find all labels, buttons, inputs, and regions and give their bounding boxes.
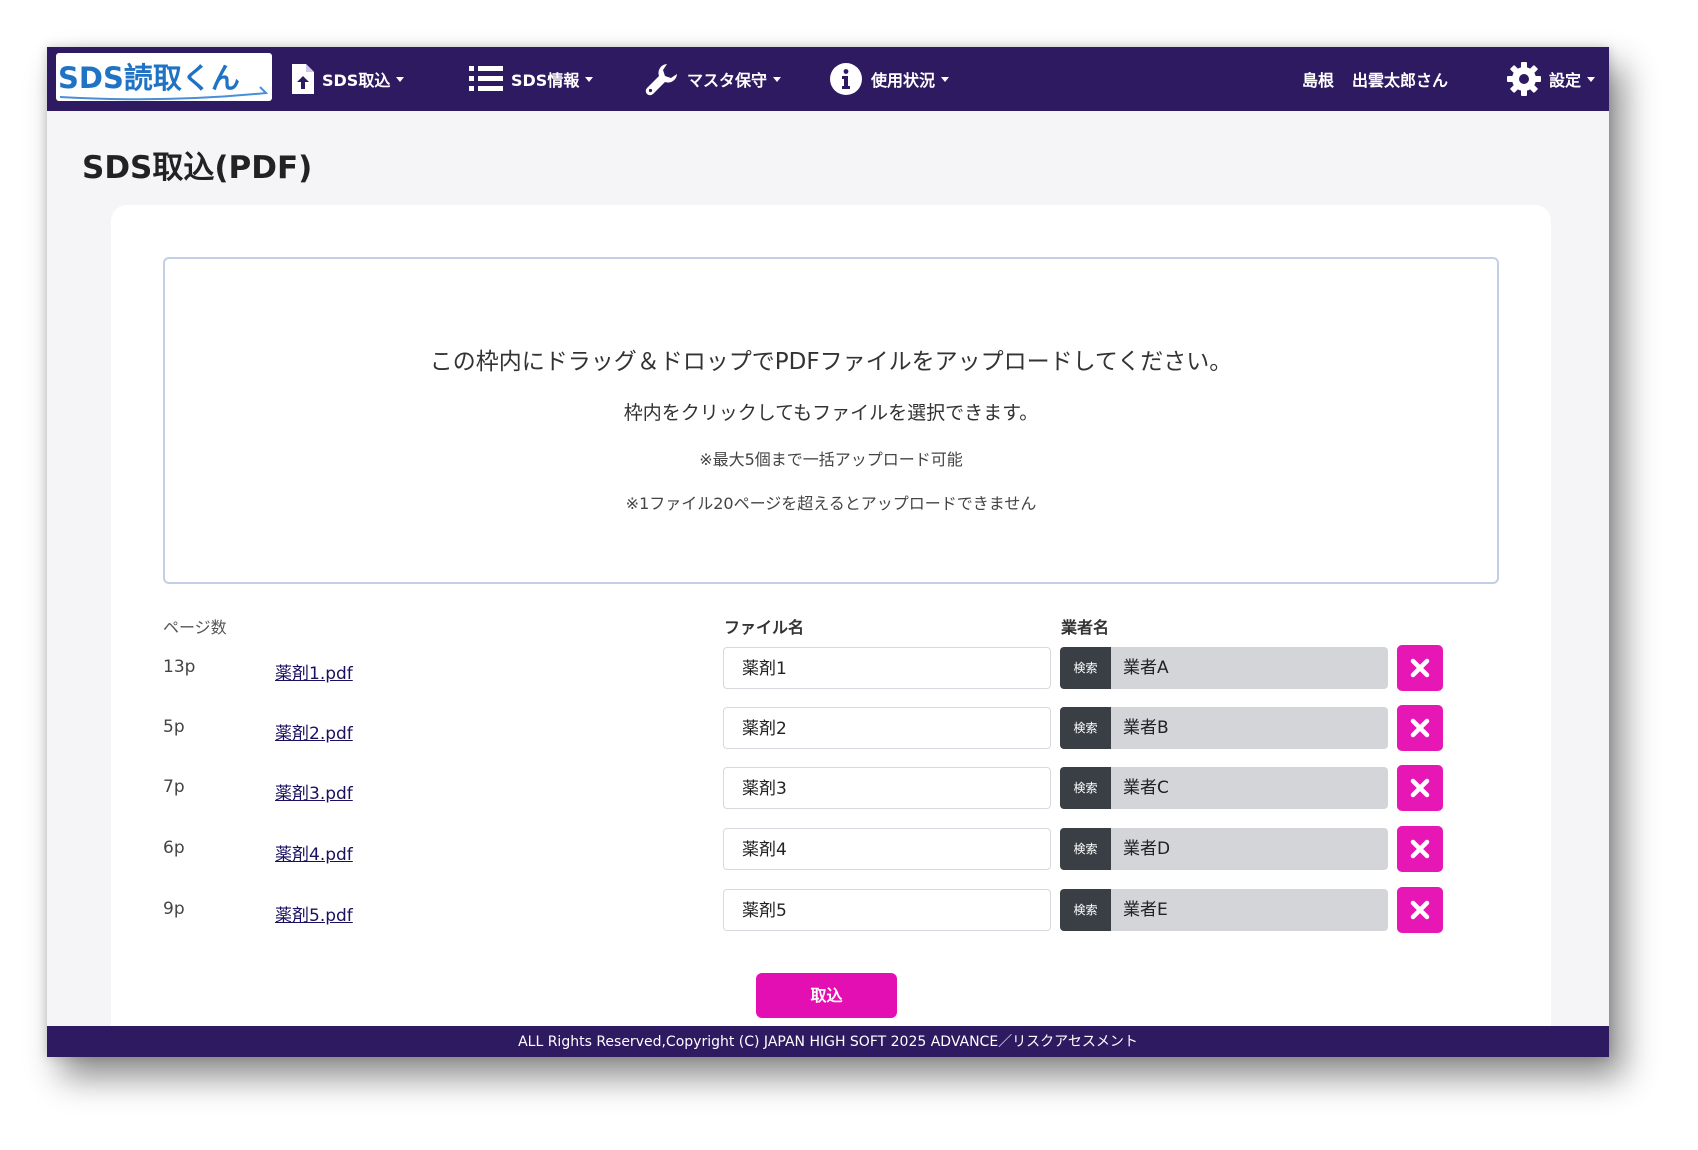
nav-sds-import-label: SDS取込 bbox=[322, 71, 391, 90]
pdf-file-link[interactable]: 薬剤2.pdf bbox=[275, 719, 353, 744]
close-icon bbox=[1410, 718, 1430, 738]
page-count: 7p bbox=[163, 777, 185, 797]
remove-row-button[interactable] bbox=[1397, 705, 1443, 751]
close-icon bbox=[1410, 900, 1430, 920]
gear-icon bbox=[1507, 62, 1541, 96]
file-name-input[interactable]: 薬剤5 bbox=[723, 889, 1051, 931]
page-count: 6p bbox=[163, 838, 185, 858]
nav-master-maintenance-label: マスタ保守 bbox=[687, 71, 768, 90]
file-name-input[interactable]: 薬剤4 bbox=[723, 828, 1051, 870]
chevron-down-icon bbox=[396, 76, 405, 82]
nav-usage-status[interactable]: 使用状況 bbox=[829, 47, 950, 111]
nav-sds-import[interactable]: SDS取込 bbox=[292, 47, 405, 111]
file-upload-icon bbox=[292, 64, 314, 94]
close-icon bbox=[1410, 778, 1430, 798]
user-name: 出雲太郎さん bbox=[1352, 71, 1449, 90]
list-icon bbox=[469, 66, 503, 91]
vendor-search-button[interactable]: 検索 bbox=[1060, 707, 1111, 749]
footer-copyright: ALL Rights Reserved,Copyright (C) JAPAN … bbox=[47, 1026, 1609, 1057]
pdf-dropzone[interactable]: この枠内にドラッグ＆ドロップでPDFファイルをアップロードしてください。 枠内を… bbox=[163, 257, 1499, 584]
close-icon bbox=[1410, 658, 1430, 678]
vendor-search-button[interactable]: 検索 bbox=[1060, 647, 1111, 689]
nav-usage-status-label: 使用状況 bbox=[871, 71, 936, 90]
info-circle-icon bbox=[830, 63, 862, 95]
pdf-file-link[interactable]: 薬剤3.pdf bbox=[275, 779, 353, 804]
remove-row-button[interactable] bbox=[1397, 765, 1443, 811]
page-title: SDS取込(PDF) bbox=[82, 150, 313, 186]
vendor-name-field: 業者A bbox=[1111, 647, 1388, 689]
nav-settings[interactable]: 設定 bbox=[1507, 47, 1596, 111]
file-name-input[interactable]: 薬剤1 bbox=[723, 647, 1051, 689]
page-count: 9p bbox=[163, 899, 185, 919]
close-icon bbox=[1410, 839, 1430, 859]
vendor-name-field: 業者C bbox=[1111, 767, 1388, 809]
file-name-input[interactable]: 薬剤3 bbox=[723, 767, 1051, 809]
user-info: 島根 出雲太郎さん bbox=[1302, 47, 1448, 111]
nav-sds-info-label: SDS情報 bbox=[511, 71, 580, 90]
chevron-down-icon bbox=[941, 76, 950, 82]
vendor-name-field: 業者E bbox=[1111, 889, 1388, 931]
dropzone-sub-text: 枠内をクリックしてもファイルを選択できます。 bbox=[623, 402, 1039, 424]
pdf-file-link[interactable]: 薬剤4.pdf bbox=[275, 840, 353, 865]
table-row: 9p 薬剤5.pdf 薬剤5 検索 業者E bbox=[111, 887, 1551, 933]
app-logo[interactable]: SDS読取くん bbox=[56, 53, 272, 101]
vendor-name-field: 業者D bbox=[1111, 828, 1388, 870]
table-row: 13p 薬剤1.pdf 薬剤1 検索 業者A bbox=[111, 645, 1551, 691]
vendor-search-button[interactable]: 検索 bbox=[1060, 828, 1111, 870]
chevron-down-icon bbox=[773, 76, 782, 82]
wrench-icon bbox=[645, 64, 677, 96]
header-pages: ページ数 bbox=[163, 618, 227, 637]
remove-row-button[interactable] bbox=[1397, 645, 1443, 691]
pdf-file-link[interactable]: 薬剤5.pdf bbox=[275, 901, 353, 926]
vendor-search-button[interactable]: 検索 bbox=[1060, 767, 1111, 809]
nav-settings-label: 設定 bbox=[1549, 71, 1582, 90]
file-name-input[interactable]: 薬剤2 bbox=[723, 707, 1051, 749]
table-row: 5p 薬剤2.pdf 薬剤2 検索 業者B bbox=[111, 705, 1551, 751]
header-vendor: 業者名 bbox=[1061, 618, 1110, 637]
vendor-name-field: 業者B bbox=[1111, 707, 1388, 749]
nav-master-maintenance[interactable]: マスタ保守 bbox=[645, 47, 782, 111]
table-row: 7p 薬剤3.pdf 薬剤3 検索 業者C bbox=[111, 765, 1551, 811]
nav-sds-info[interactable]: SDS情報 bbox=[469, 47, 594, 111]
logo-swoosh-icon bbox=[59, 86, 269, 101]
navbar: SDS読取くん SDS取込 SDS情報 マスタ保守 使用状況 島根 出雲太郎さん… bbox=[47, 47, 1609, 111]
dropzone-main-text: この枠内にドラッグ＆ドロップでPDFファイルをアップロードしてください。 bbox=[429, 349, 1233, 375]
header-file-name: ファイル名 bbox=[724, 618, 805, 637]
app-window: SDS読取くん SDS取込 SDS情報 マスタ保守 使用状況 島根 出雲太郎さん… bbox=[47, 47, 1609, 1057]
import-submit-button[interactable]: 取込 bbox=[756, 973, 897, 1018]
chevron-down-icon bbox=[585, 76, 594, 82]
remove-row-button[interactable] bbox=[1397, 887, 1443, 933]
vendor-search-button[interactable]: 検索 bbox=[1060, 889, 1111, 931]
pdf-file-link[interactable]: 薬剤1.pdf bbox=[275, 659, 353, 684]
chevron-down-icon bbox=[1587, 76, 1596, 82]
page-count: 13p bbox=[163, 657, 196, 677]
page-count: 5p bbox=[163, 717, 185, 737]
table-row: 6p 薬剤4.pdf 薬剤4 検索 業者D bbox=[111, 826, 1551, 872]
user-prefecture: 島根 bbox=[1302, 71, 1335, 90]
dropzone-note-page-limit: ※1ファイル20ページを超えるとアップロードできません bbox=[625, 494, 1037, 513]
upload-card: この枠内にドラッグ＆ドロップでPDFファイルをアップロードしてください。 枠内を… bbox=[111, 205, 1551, 1057]
remove-row-button[interactable] bbox=[1397, 826, 1443, 872]
dropzone-note-max-files: ※最大5個まで一括アップロード可能 bbox=[699, 450, 963, 469]
